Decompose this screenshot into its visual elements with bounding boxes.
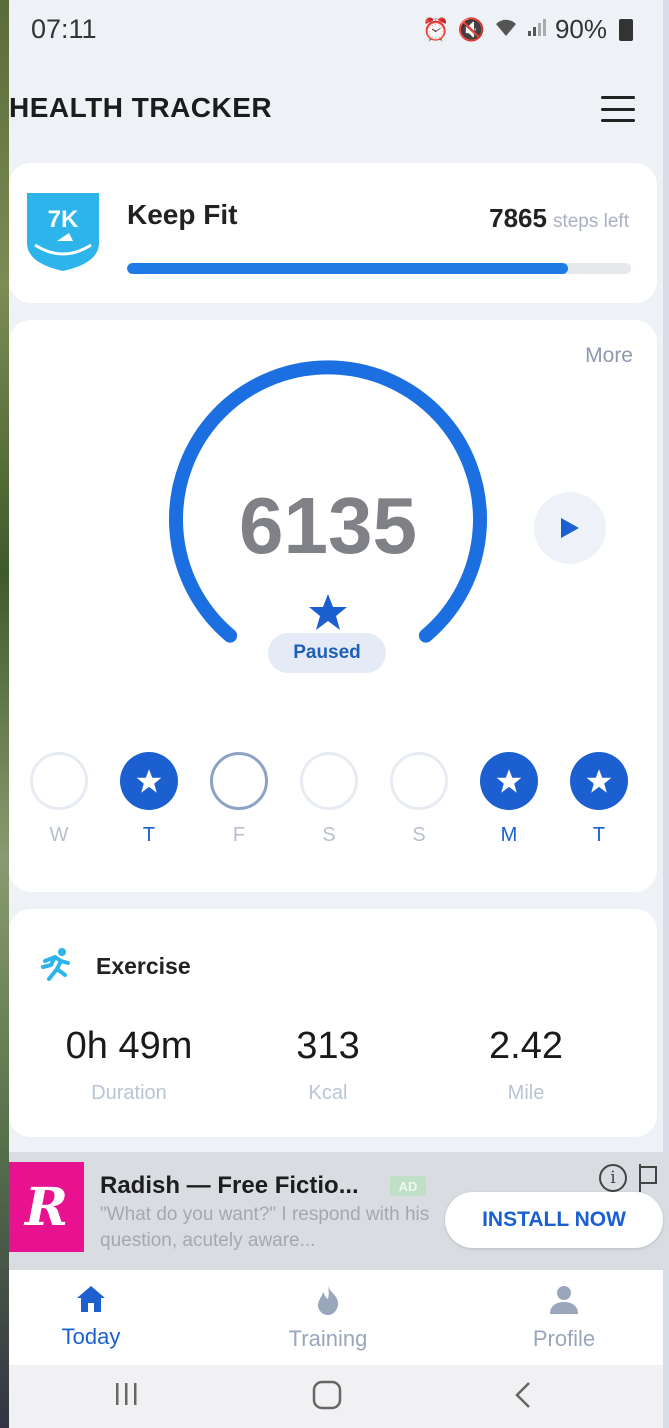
back-icon[interactable] bbox=[511, 1379, 535, 1411]
day-completed-star-icon bbox=[120, 752, 178, 810]
ad-info-icon[interactable]: i bbox=[599, 1164, 627, 1192]
flame-icon bbox=[318, 1286, 339, 1315]
signal-icon bbox=[527, 17, 547, 43]
svg-text:7K: 7K bbox=[48, 206, 79, 233]
mile-label: Mile bbox=[507, 1082, 545, 1104]
hamburger-menu-icon[interactable] bbox=[601, 96, 635, 122]
week-day: F bbox=[209, 752, 269, 862]
wifi-icon bbox=[493, 16, 519, 44]
week-day-label: M bbox=[500, 824, 518, 846]
mute-icon: 🔇 bbox=[457, 16, 485, 42]
status-time: 07:11 bbox=[31, 14, 97, 44]
ad-app-logo: R bbox=[9, 1162, 84, 1252]
alarm-icon: ⏰ bbox=[422, 16, 450, 42]
bottom-navigation: Today Training Profile bbox=[9, 1270, 663, 1365]
battery-percent: 90% bbox=[554, 14, 607, 44]
day-completed-star-icon bbox=[570, 752, 628, 810]
ad-description: "What do you want?" I respond with his q… bbox=[100, 1204, 430, 1251]
app-header: HEALTH TRACKER bbox=[9, 80, 663, 140]
page-title: HEALTH TRACKER bbox=[9, 92, 273, 123]
play-button[interactable] bbox=[534, 492, 606, 564]
steps-left: 7865 steps left bbox=[489, 203, 629, 234]
status-bar: 07:11 ⏰ 🔇 90% bbox=[9, 0, 663, 60]
ad-badge: AD bbox=[390, 1176, 426, 1196]
nav-training[interactable]: Training bbox=[253, 1284, 403, 1352]
goal-badge-icon: 7K bbox=[25, 191, 101, 273]
week-day-label: S bbox=[322, 824, 336, 846]
more-link[interactable]: More bbox=[585, 344, 633, 368]
goal-title: Keep Fit bbox=[127, 199, 238, 230]
week-progress: WTFSSMT bbox=[9, 752, 657, 862]
duration-stat: 0h 49m Duration bbox=[29, 1025, 229, 1105]
week-day: S bbox=[299, 752, 359, 862]
goal-progress-fill bbox=[127, 263, 568, 274]
week-day: M bbox=[479, 752, 539, 862]
week-day: S bbox=[389, 752, 449, 862]
day-circle bbox=[210, 752, 268, 810]
goal-progress-bar bbox=[127, 263, 631, 274]
kcal-stat: 313 Kcal bbox=[228, 1025, 428, 1105]
nav-today-label: Today bbox=[61, 1324, 121, 1349]
person-icon bbox=[550, 1286, 578, 1314]
nav-profile-label: Profile bbox=[532, 1326, 596, 1351]
play-icon bbox=[561, 518, 579, 538]
ad-title: Radish — Free Fictio... bbox=[100, 1172, 359, 1199]
day-circle bbox=[30, 752, 88, 810]
goal-card[interactable]: 7K Keep Fit 7865 steps left bbox=[9, 163, 657, 303]
kcal-value: 313 bbox=[296, 1025, 360, 1067]
install-now-button[interactable]: INSTALL NOW bbox=[445, 1192, 663, 1248]
steps-left-label: steps left bbox=[552, 211, 629, 232]
background-strip bbox=[0, 0, 9, 1428]
duration-value: 0h 49m bbox=[65, 1025, 193, 1067]
nav-today[interactable]: Today bbox=[16, 1284, 166, 1350]
battery-icon bbox=[619, 18, 633, 41]
week-day-label: F bbox=[232, 824, 246, 846]
home-icon bbox=[77, 1286, 105, 1312]
ad-report-flag-icon[interactable] bbox=[639, 1164, 659, 1192]
system-navigation-bar bbox=[9, 1365, 663, 1428]
steps-left-number: 7865 bbox=[489, 203, 547, 233]
week-day: T bbox=[569, 752, 629, 862]
week-day-label: T bbox=[142, 824, 156, 846]
exercise-card[interactable]: Exercise 0h 49m Duration 313 Kcal 2.42 M… bbox=[9, 909, 657, 1137]
week-day: W bbox=[29, 752, 89, 862]
nav-training-label: Training bbox=[288, 1326, 368, 1351]
week-day-label: W bbox=[49, 824, 69, 846]
status-icons: ⏰ 🔇 90% bbox=[422, 14, 633, 45]
day-circle bbox=[300, 752, 358, 810]
week-day-label: S bbox=[412, 824, 426, 846]
mile-stat: 2.42 Mile bbox=[426, 1025, 626, 1105]
duration-label: Duration bbox=[91, 1082, 167, 1104]
ad-banner[interactable]: R Radish — Free Fictio... AD "What do yo… bbox=[9, 1152, 669, 1270]
steps-card: More 6135 Paused W T F S S M T bbox=[9, 320, 657, 892]
paused-status: Paused bbox=[268, 633, 386, 673]
home-button-icon[interactable] bbox=[311, 1379, 343, 1411]
nav-profile[interactable]: Profile bbox=[489, 1284, 639, 1352]
star-icon bbox=[309, 594, 347, 630]
ad-logo-letter: R bbox=[24, 1176, 69, 1238]
running-icon bbox=[41, 948, 70, 981]
exercise-title: Exercise bbox=[96, 953, 191, 979]
week-day-label: T bbox=[592, 824, 606, 846]
day-completed-star-icon bbox=[480, 752, 538, 810]
recent-apps-icon[interactable] bbox=[112, 1379, 142, 1409]
kcal-label: Kcal bbox=[308, 1082, 348, 1104]
day-circle bbox=[390, 752, 448, 810]
step-count: 6135 bbox=[239, 481, 417, 570]
week-day: T bbox=[119, 752, 179, 862]
mile-value: 2.42 bbox=[489, 1025, 563, 1067]
